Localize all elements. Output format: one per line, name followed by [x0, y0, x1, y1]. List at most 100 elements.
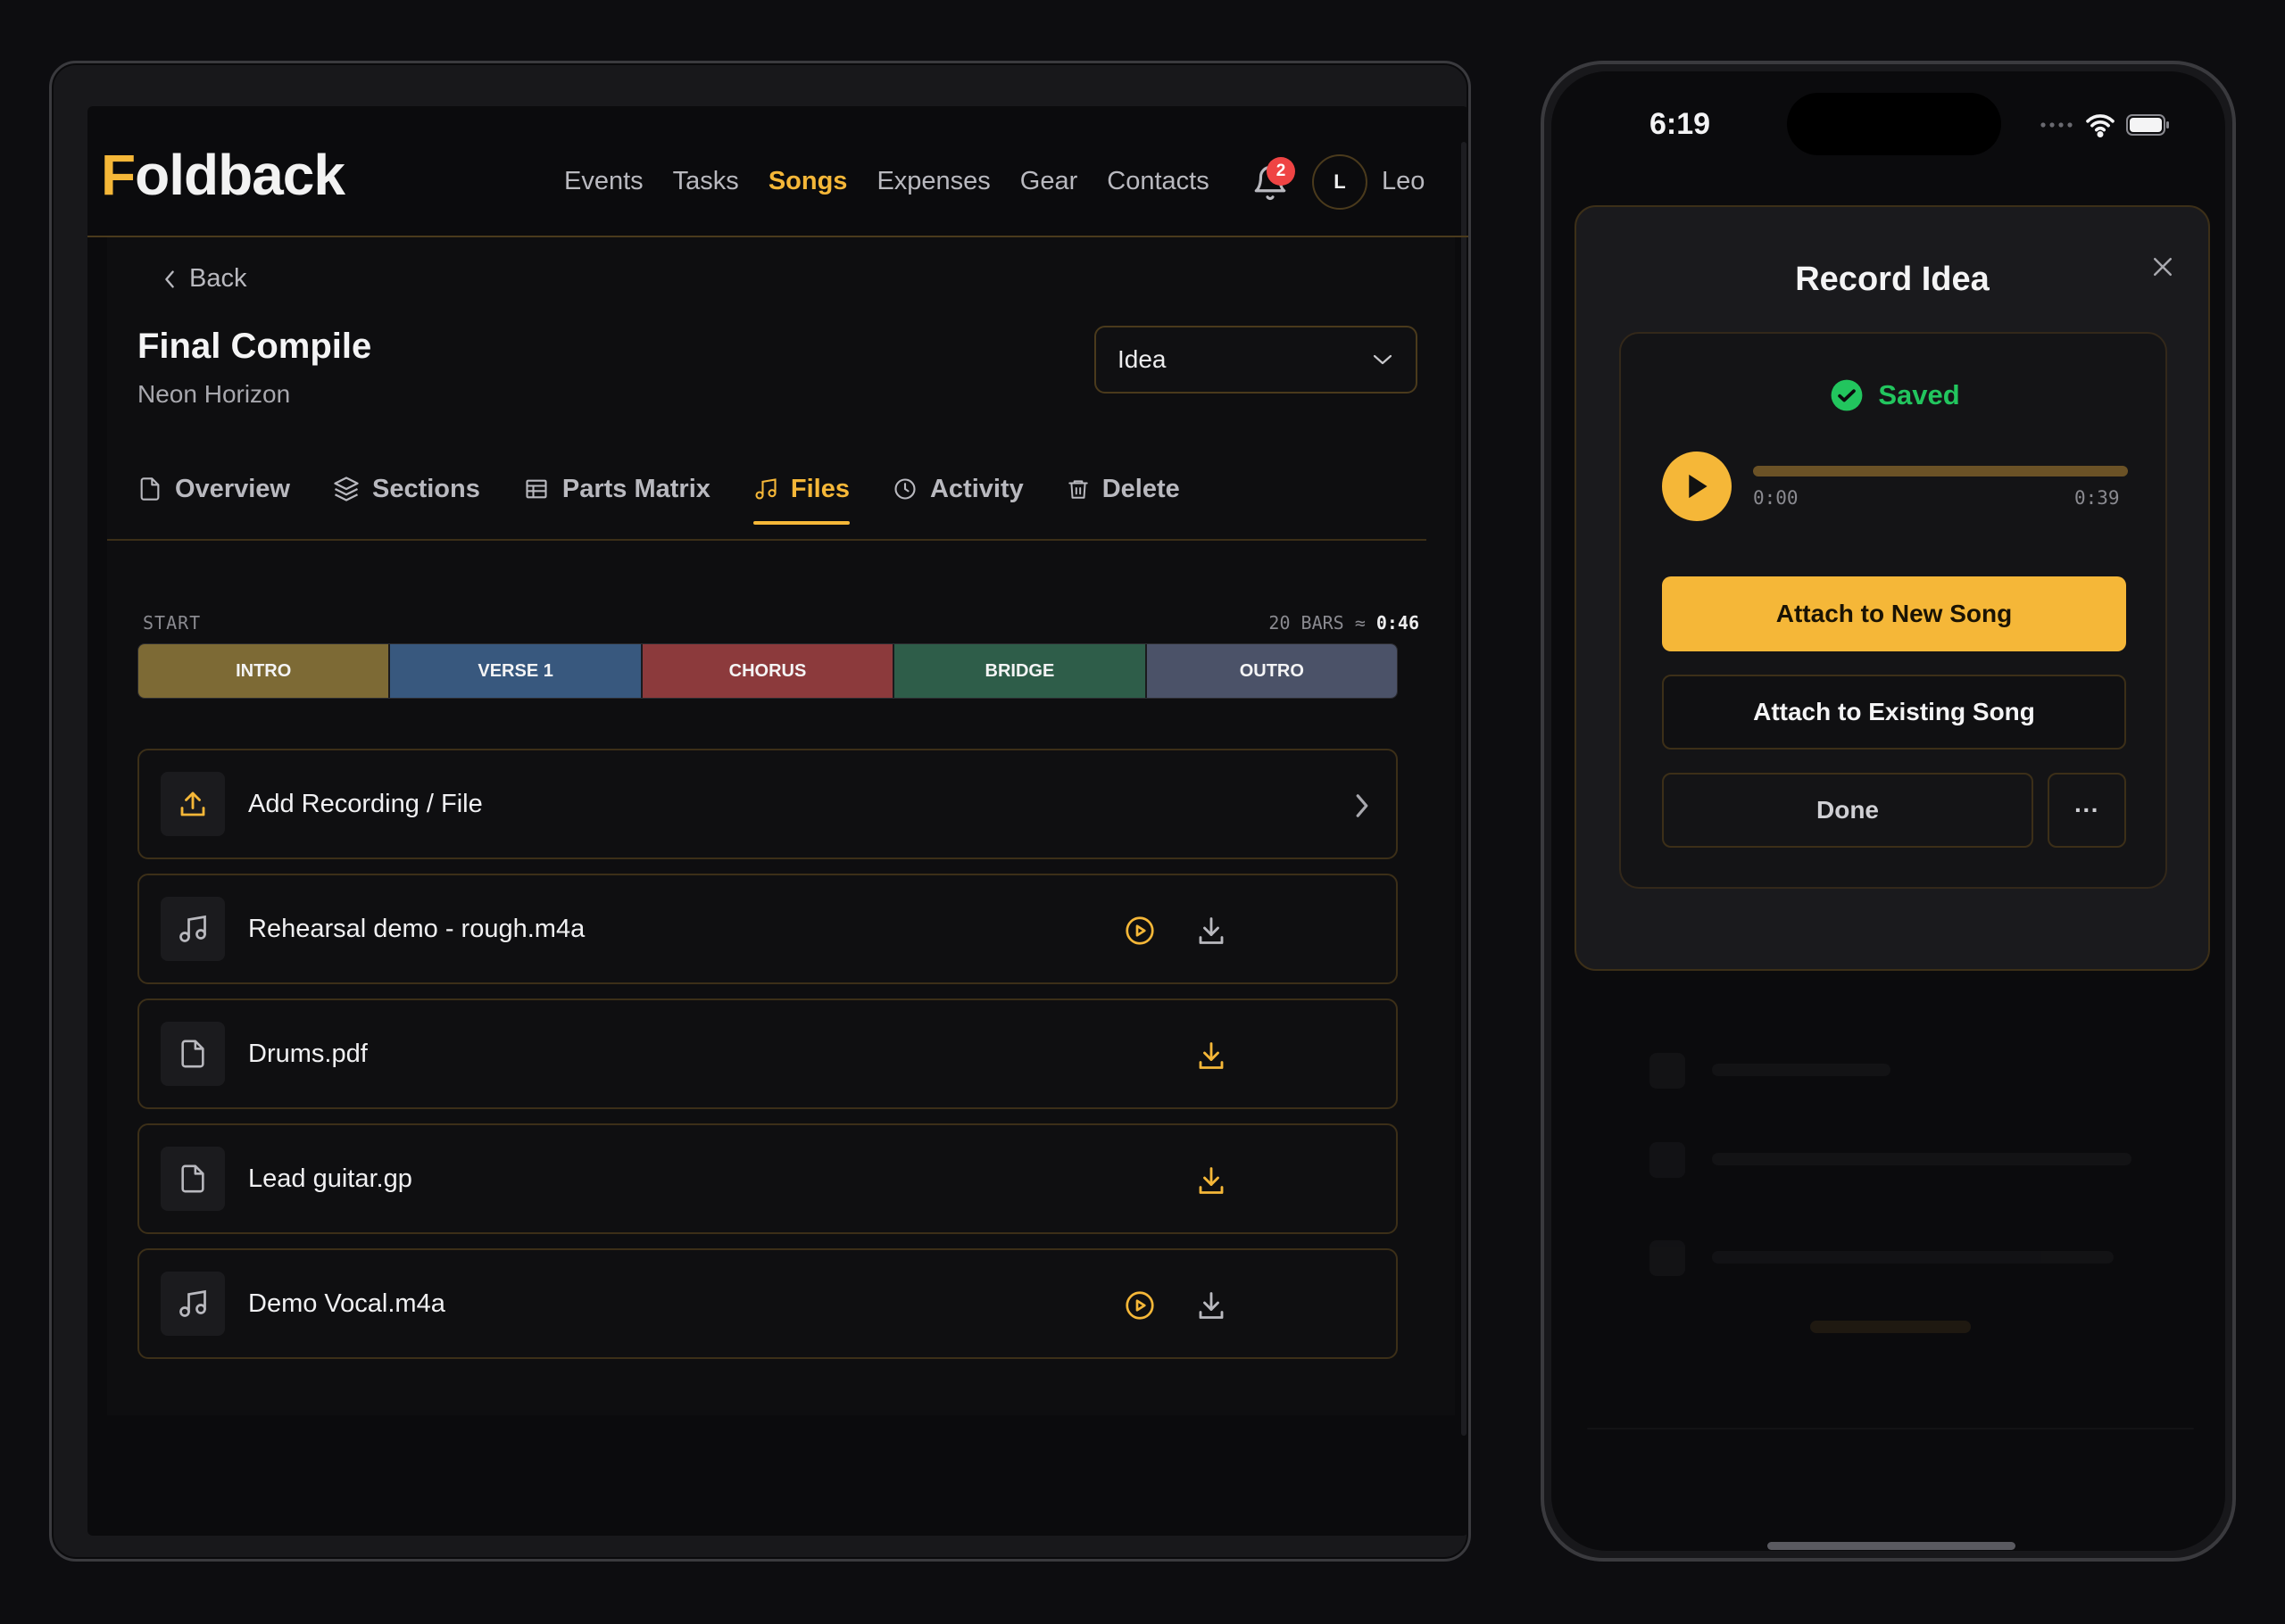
- nav-expenses[interactable]: Expenses: [877, 167, 990, 196]
- section-segment-outro[interactable]: OUTRO: [1146, 644, 1397, 698]
- download-icon[interactable]: [1195, 1164, 1227, 1197]
- file-row[interactable]: Rehearsal demo - rough.m4a: [137, 874, 1398, 984]
- tab-overview[interactable]: Overview: [137, 468, 290, 510]
- home-indicator[interactable]: [1767, 1542, 2015, 1550]
- app-logo[interactable]: Foldback: [101, 142, 345, 208]
- section-segment-verse-1[interactable]: VERSE 1: [390, 644, 643, 698]
- tab-activity[interactable]: Activity: [893, 468, 1024, 510]
- close-icon[interactable]: [2149, 253, 2176, 280]
- download-icon[interactable]: [1195, 1289, 1227, 1322]
- nav-tasks[interactable]: Tasks: [673, 167, 739, 196]
- music-note-icon: [179, 1289, 206, 1317]
- document-icon: [181, 1164, 204, 1193]
- status-select[interactable]: Idea: [1094, 326, 1417, 394]
- music-note-icon: [179, 915, 206, 942]
- play-button[interactable]: [1662, 452, 1732, 521]
- play-circle-icon[interactable]: [1124, 915, 1156, 947]
- saved-status: Saved: [1621, 378, 2169, 412]
- wifi-icon: [2086, 114, 2115, 137]
- dynamic-island: [1787, 93, 2001, 155]
- nav-songs[interactable]: Songs: [769, 167, 848, 196]
- back-link[interactable]: Back: [161, 264, 246, 294]
- tab-delete[interactable]: Delete: [1067, 468, 1180, 510]
- app-header: Foldback Events Tasks Songs Expenses Gea…: [87, 106, 1468, 237]
- user-avatar[interactable]: L: [1312, 154, 1367, 210]
- play-circle-icon[interactable]: [1124, 1289, 1156, 1322]
- done-button[interactable]: Done: [1662, 773, 2033, 848]
- section-segment-intro[interactable]: INTRO: [138, 644, 391, 698]
- scrollbar[interactable]: [1461, 142, 1467, 1436]
- add-recording-row[interactable]: Add Recording / File: [137, 749, 1398, 859]
- section-segment-bridge[interactable]: BRIDGE: [894, 644, 1147, 698]
- attach-existing-song-button[interactable]: Attach to Existing Song: [1662, 675, 2126, 750]
- file-type-tile: [161, 897, 225, 961]
- user-name[interactable]: Leo: [1382, 167, 1425, 196]
- file-type-tile: [161, 1272, 225, 1336]
- playback-progress[interactable]: [1753, 466, 2128, 476]
- record-idea-modal: Record Idea Saved 0:00 0:39 Attach to Ne…: [1575, 205, 2210, 971]
- tab-parts-matrix[interactable]: Parts Matrix: [523, 468, 710, 510]
- file-row[interactable]: Demo Vocal.m4a: [137, 1248, 1398, 1359]
- nav-contacts[interactable]: Contacts: [1107, 167, 1209, 196]
- more-options-button[interactable]: ···: [2048, 773, 2126, 848]
- status-select-value: Idea: [1118, 345, 1167, 373]
- tab-label: Overview: [175, 474, 290, 503]
- check-circle-icon: [1831, 379, 1863, 411]
- song-detail-panel: Back Final Compile Neon Horizon Idea Ove…: [107, 237, 1455, 1415]
- tab-label: Activity: [929, 474, 1024, 503]
- phone-frame: 6:19 Record Idea Saved 0:00 0:39 Attach …: [1541, 61, 2236, 1562]
- file-name: Demo Vocal.m4a: [248, 1288, 445, 1318]
- timeline-start-label: START: [143, 612, 202, 634]
- file-list: Add Recording / File Rehearsal demo - ro…: [137, 749, 1398, 1373]
- section-segment-chorus[interactable]: CHORUS: [642, 644, 895, 698]
- current-time: 0:00: [1753, 487, 1799, 509]
- file-type-tile: [161, 1147, 225, 1211]
- tab-files[interactable]: Files: [752, 468, 851, 525]
- nav-events[interactable]: Events: [564, 167, 644, 196]
- battery-icon: [2126, 114, 2169, 136]
- tab-label: Files: [790, 474, 850, 503]
- tablet-screen: Foldback Events Tasks Songs Expenses Gea…: [87, 106, 1468, 1536]
- tabs-divider: [107, 539, 1426, 541]
- song-artist: Neon Horizon: [137, 380, 291, 408]
- total-time: 0:39: [2074, 487, 2120, 509]
- modal-title: Record Idea: [1795, 261, 1990, 298]
- file-name: Drums.pdf: [248, 1039, 368, 1068]
- timeline-duration: 20 BARS ≈ 0:46: [1268, 612, 1419, 634]
- status-time: 6:19: [1649, 107, 1711, 141]
- main-nav: Events Tasks Songs Expenses Gear Contact…: [564, 167, 1209, 196]
- tab-label: Parts Matrix: [561, 474, 710, 503]
- music-note-icon: [755, 478, 777, 500]
- trash-icon: [1068, 480, 1088, 499]
- status-icons: [2039, 112, 2171, 137]
- song-tabs: Overview Sections Parts Matrix Files Act…: [137, 468, 1180, 525]
- file-row[interactable]: Lead guitar.gp: [137, 1123, 1398, 1234]
- tablet-frame: Foldback Events Tasks Songs Expenses Gea…: [49, 61, 1471, 1562]
- file-row[interactable]: Drums.pdf: [137, 998, 1398, 1109]
- clock-icon: [894, 478, 916, 500]
- download-icon[interactable]: [1195, 915, 1227, 947]
- upload-icon-tile: [161, 772, 225, 836]
- signal-icon: [2040, 122, 2073, 128]
- download-icon[interactable]: [1195, 1040, 1227, 1072]
- saved-label: Saved: [1878, 379, 1960, 410]
- recording-card: Saved 0:00 0:39 Attach to New Song Attac…: [1619, 332, 2167, 889]
- attach-new-song-button[interactable]: Attach to New Song: [1662, 576, 2126, 651]
- tab-label: Sections: [371, 474, 480, 503]
- chevron-left-icon: [165, 269, 174, 288]
- table-icon: [526, 479, 547, 499]
- tab-sections[interactable]: Sections: [333, 468, 480, 510]
- notification-badge: 2: [1267, 157, 1295, 186]
- add-recording-label: Add Recording / File: [248, 789, 483, 818]
- play-icon: [1689, 474, 1708, 499]
- nav-gear[interactable]: Gear: [1020, 167, 1077, 196]
- chevron-down-icon: [1373, 354, 1392, 365]
- document-icon: [181, 1040, 204, 1068]
- file-name: Lead guitar.gp: [248, 1164, 412, 1193]
- file-name: Rehearsal demo - rough.m4a: [248, 914, 586, 943]
- tab-label: Delete: [1101, 474, 1180, 503]
- upload-icon: [180, 791, 205, 816]
- phone-screen: 6:19 Record Idea Saved 0:00 0:39 Attach …: [1551, 71, 2225, 1551]
- song-title: Final Compile: [137, 327, 372, 366]
- file-type-tile: [161, 1022, 225, 1086]
